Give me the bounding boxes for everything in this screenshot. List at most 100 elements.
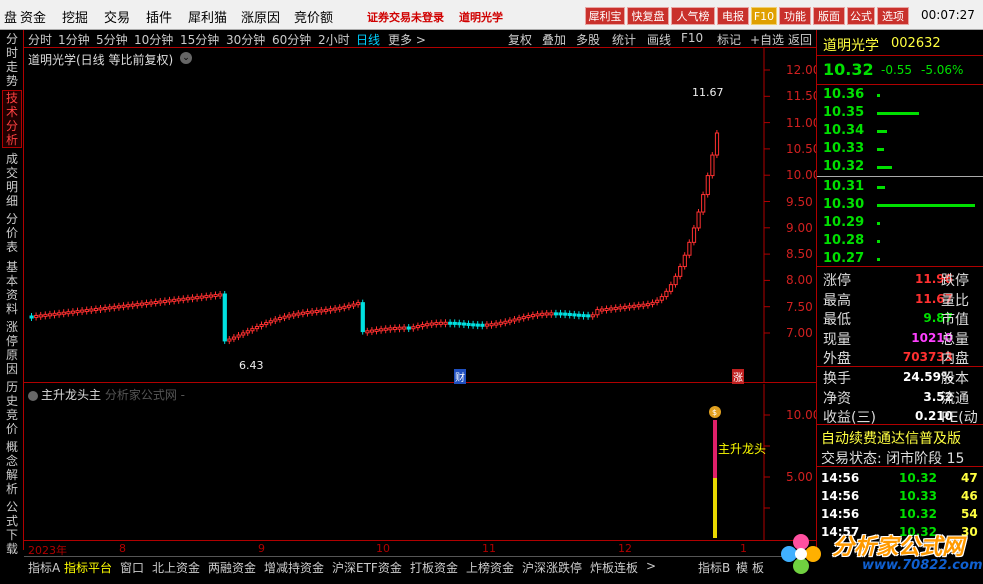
stock-link[interactable]: 道明光学: [459, 9, 503, 25]
ask-row[interactable]: 10.36: [823, 86, 983, 104]
tab-limit-funds[interactable]: 打板资金: [410, 559, 458, 576]
tab-limit-updown[interactable]: 沪深涨跌停: [522, 559, 582, 576]
tab-broken-limit[interactable]: 炸板连板: [590, 559, 638, 576]
bid-price: 10.28: [823, 233, 865, 248]
tab-profile[interactable]: 基本资料: [2, 260, 22, 316]
menu-item-trade[interactable]: 交易: [104, 7, 130, 26]
formula-button[interactable]: 公式: [847, 7, 875, 25]
menu-item-limit-reason[interactable]: 涨原因: [241, 7, 280, 26]
tab-indicator-b[interactable]: 指标B: [698, 559, 730, 576]
f10-button[interactable]: F10: [751, 7, 777, 25]
menu-item-xilimao[interactable]: 犀利猫: [188, 7, 227, 26]
candle-body: [691, 227, 697, 243]
tool-multi-stock[interactable]: 多股: [576, 31, 600, 48]
menu-item-mining[interactable]: 挖掘: [62, 7, 88, 26]
stat-row: 外盘 703733 内盘: [823, 348, 983, 367]
bid-volume-bar: [877, 186, 885, 189]
stat-label: 净资: [823, 390, 851, 407]
y-tick-label: 7.00: [786, 326, 813, 340]
tab-list-funds[interactable]: 上榜资金: [466, 559, 514, 576]
xilibao-button[interactable]: 犀利宝: [585, 7, 625, 25]
candle-body: [185, 297, 191, 301]
bid-row[interactable]: 10.30: [823, 196, 983, 214]
price-change-pct: -5.06%: [921, 63, 964, 77]
ask-row[interactable]: 10.33: [823, 140, 983, 158]
telegraph-button[interactable]: 电报: [717, 7, 749, 25]
tool-stats[interactable]: 统计: [612, 31, 636, 48]
tab-formula-download[interactable]: 公式下载: [2, 500, 22, 556]
menu-item-auction[interactable]: 竞价额: [294, 7, 333, 26]
candle-body: [314, 309, 319, 313]
tab-history-auction[interactable]: 历史竞价: [2, 380, 22, 436]
bid-row[interactable]: 10.29: [823, 214, 983, 232]
menu-item-plugins[interactable]: 插件: [146, 7, 172, 26]
tab-window[interactable]: 窗口: [120, 559, 144, 576]
candle-body: [553, 312, 559, 316]
menu-item-funds[interactable]: 资金: [20, 7, 46, 26]
ask-row[interactable]: 10.34: [823, 122, 983, 140]
ask-volume-bar: [877, 130, 887, 133]
period-15min[interactable]: 15分钟: [180, 31, 219, 48]
period-bar: 分时 1分钟 5分钟 10分钟 15分钟 30分钟 60分钟 2小时 日线 更多…: [24, 30, 816, 48]
bid-row[interactable]: 10.31: [823, 178, 983, 196]
period-more[interactable]: 更多 >: [388, 31, 426, 48]
period-60min[interactable]: 60分钟: [272, 31, 311, 48]
candle-body: [70, 310, 76, 314]
tab-margin[interactable]: 两融资金: [208, 559, 256, 576]
layout-button[interactable]: 版面: [813, 7, 845, 25]
candle-body: [273, 318, 278, 322]
popularity-button[interactable]: 人气榜: [671, 7, 715, 25]
finance-marker[interactable]: 财: [454, 369, 466, 384]
candle-body: [277, 317, 283, 321]
candle-body: [452, 321, 457, 325]
tab-indicator-platform[interactable]: 指标平台: [64, 559, 112, 576]
tab-board[interactable]: 板: [752, 559, 764, 576]
tab-scroll-right[interactable]: >: [646, 559, 656, 573]
tab-northbound[interactable]: 北上资金: [152, 559, 200, 576]
tab-price-table[interactable]: 分价表: [2, 212, 22, 254]
candle-body: [52, 312, 57, 316]
quick-review-button[interactable]: 快复盘: [627, 7, 669, 25]
tab-template[interactable]: 模: [736, 559, 748, 576]
ask-row[interactable]: 10.32: [823, 158, 983, 176]
bid-row[interactable]: 10.28: [823, 232, 983, 250]
tab-limit-reason[interactable]: 涨停原因: [2, 320, 22, 376]
candle-body: [204, 295, 209, 299]
tool-adjust[interactable]: 复权: [508, 31, 532, 48]
tab-indicator-a[interactable]: 指标A: [28, 559, 60, 576]
tab-holdings-change[interactable]: 增减持资金: [264, 559, 324, 576]
limit-up-marker[interactable]: 涨: [732, 369, 744, 384]
period-30min[interactable]: 30分钟: [226, 31, 265, 48]
candle-body: [586, 314, 591, 318]
menu-item-pan[interactable]: 盘: [4, 7, 17, 26]
options-button[interactable]: 选项: [877, 7, 909, 25]
bottom-tabs: 指标A 指标平台 窗口 北上资金 两融资金 增减持资金 沪深ETF资金 打板资金…: [24, 556, 816, 576]
tool-add-watchlist[interactable]: +自选: [750, 31, 784, 48]
candle-body: [199, 295, 204, 299]
tab-trades[interactable]: 成交明细: [2, 152, 22, 208]
tab-etf-funds[interactable]: 沪深ETF资金: [332, 559, 402, 576]
period-2h[interactable]: 2小时: [318, 31, 350, 48]
tool-f10[interactable]: F10: [681, 31, 703, 45]
period-10min[interactable]: 10分钟: [134, 31, 173, 48]
tab-intraday[interactable]: 分时走势: [2, 32, 22, 88]
ask-row[interactable]: 10.35: [823, 104, 983, 122]
tool-mark[interactable]: 标记: [717, 31, 741, 48]
bid-volume-bar: [877, 240, 880, 243]
tab-technical[interactable]: 技术分析: [2, 90, 22, 148]
period-intraday[interactable]: 分时: [28, 31, 52, 48]
tool-draw[interactable]: 画线: [647, 31, 671, 48]
candle-body: [98, 307, 103, 311]
function-button[interactable]: 功能: [779, 7, 811, 25]
period-1min[interactable]: 1分钟: [58, 31, 90, 48]
period-5min[interactable]: 5分钟: [96, 31, 128, 48]
ask-price: 10.34: [823, 123, 865, 138]
login-status[interactable]: 证券交易未登录: [367, 9, 444, 25]
tab-concepts[interactable]: 概念解析: [2, 440, 22, 496]
indicator-chart[interactable]: 主升龙头主 分析家公式网 - $ 主升龙头 10.00 5.00: [24, 384, 820, 540]
tool-back[interactable]: 返回: [788, 31, 812, 48]
candle-body: [360, 302, 365, 333]
candlestick-chart[interactable]: 道明光学(日线 等比前复权) ⌄ 11.67 6.43 财 涨 12.00 11.…: [24, 48, 820, 384]
period-daily[interactable]: 日线: [356, 31, 380, 48]
tool-overlay[interactable]: 叠加: [542, 31, 566, 48]
